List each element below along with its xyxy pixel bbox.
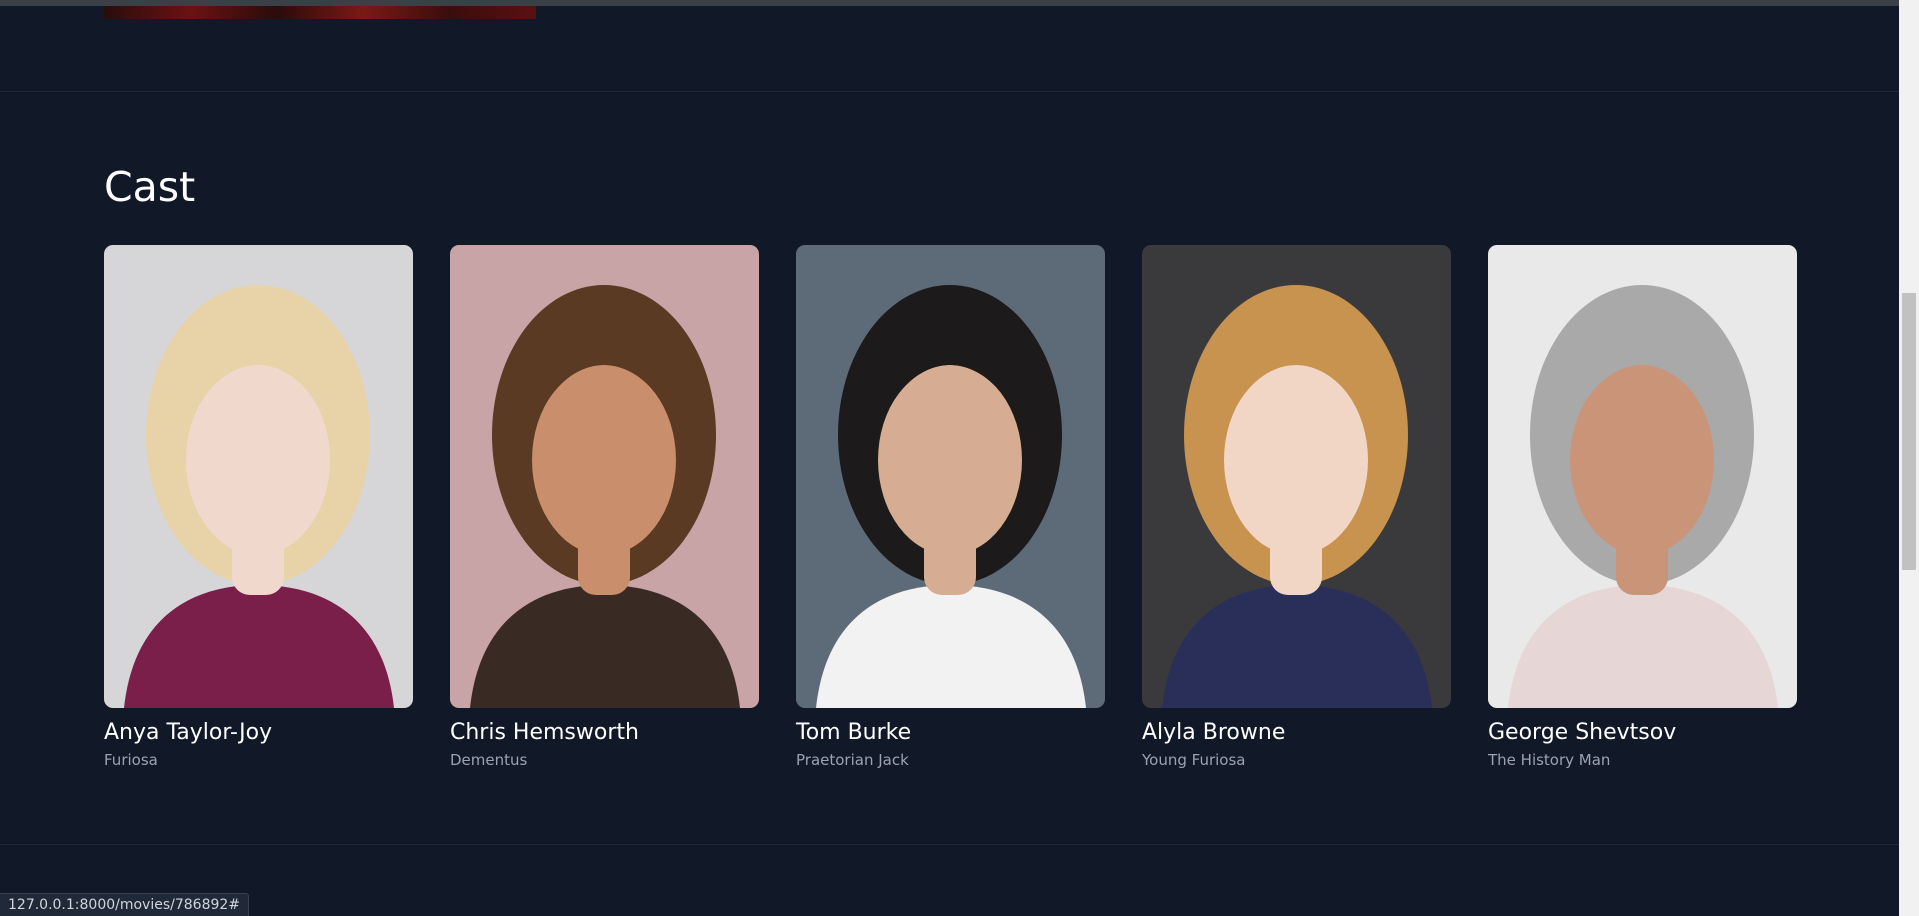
vertical-scrollbar[interactable] bbox=[1899, 0, 1919, 916]
cast-card[interactable]: Anya Taylor-Joy Furiosa bbox=[104, 245, 413, 769]
cast-photo[interactable] bbox=[1142, 245, 1451, 708]
cast-photo[interactable] bbox=[104, 245, 413, 708]
cast-card[interactable]: Chris Hemsworth Dementus bbox=[450, 245, 759, 769]
cast-name[interactable]: Tom Burke bbox=[796, 720, 1105, 745]
cast-role: Young Furiosa bbox=[1142, 751, 1246, 769]
section-divider bbox=[0, 91, 1899, 92]
cast-name[interactable]: Chris Hemsworth bbox=[450, 720, 759, 745]
cast-section-title: Cast bbox=[104, 163, 196, 211]
cast-grid: Anya Taylor-Joy Furiosa Chris Hemsworth Dem… bbox=[104, 245, 1797, 775]
cast-card[interactable]: George Shevtsov The History Man bbox=[1488, 245, 1797, 769]
cast-name[interactable]: Anya Taylor-Joy bbox=[104, 720, 413, 745]
cast-photo[interactable] bbox=[1488, 245, 1797, 708]
cast-name[interactable]: George Shevtsov bbox=[1488, 720, 1797, 745]
status-bar-url: 127.0.0.1:8000/movies/786892# bbox=[0, 893, 250, 916]
section-divider bbox=[0, 844, 1899, 845]
previous-section-image bbox=[104, 6, 536, 19]
page: Cast Anya Taylor-Joy Furiosa Chris Hemswor… bbox=[0, 0, 1919, 916]
cast-role: Praetorian Jack bbox=[796, 751, 909, 769]
cast-role: Furiosa bbox=[104, 751, 158, 769]
cast-role: The History Man bbox=[1488, 751, 1611, 769]
cast-role: Dementus bbox=[450, 751, 528, 769]
cast-card[interactable]: Alyla Browne Young Furiosa bbox=[1142, 245, 1451, 769]
cast-photo[interactable] bbox=[796, 245, 1105, 708]
scrollbar-thumb[interactable] bbox=[1902, 293, 1916, 570]
cast-name[interactable]: Alyla Browne bbox=[1142, 720, 1451, 745]
cast-photo[interactable] bbox=[450, 245, 759, 708]
cast-card[interactable]: Tom Burke Praetorian Jack bbox=[796, 245, 1105, 769]
